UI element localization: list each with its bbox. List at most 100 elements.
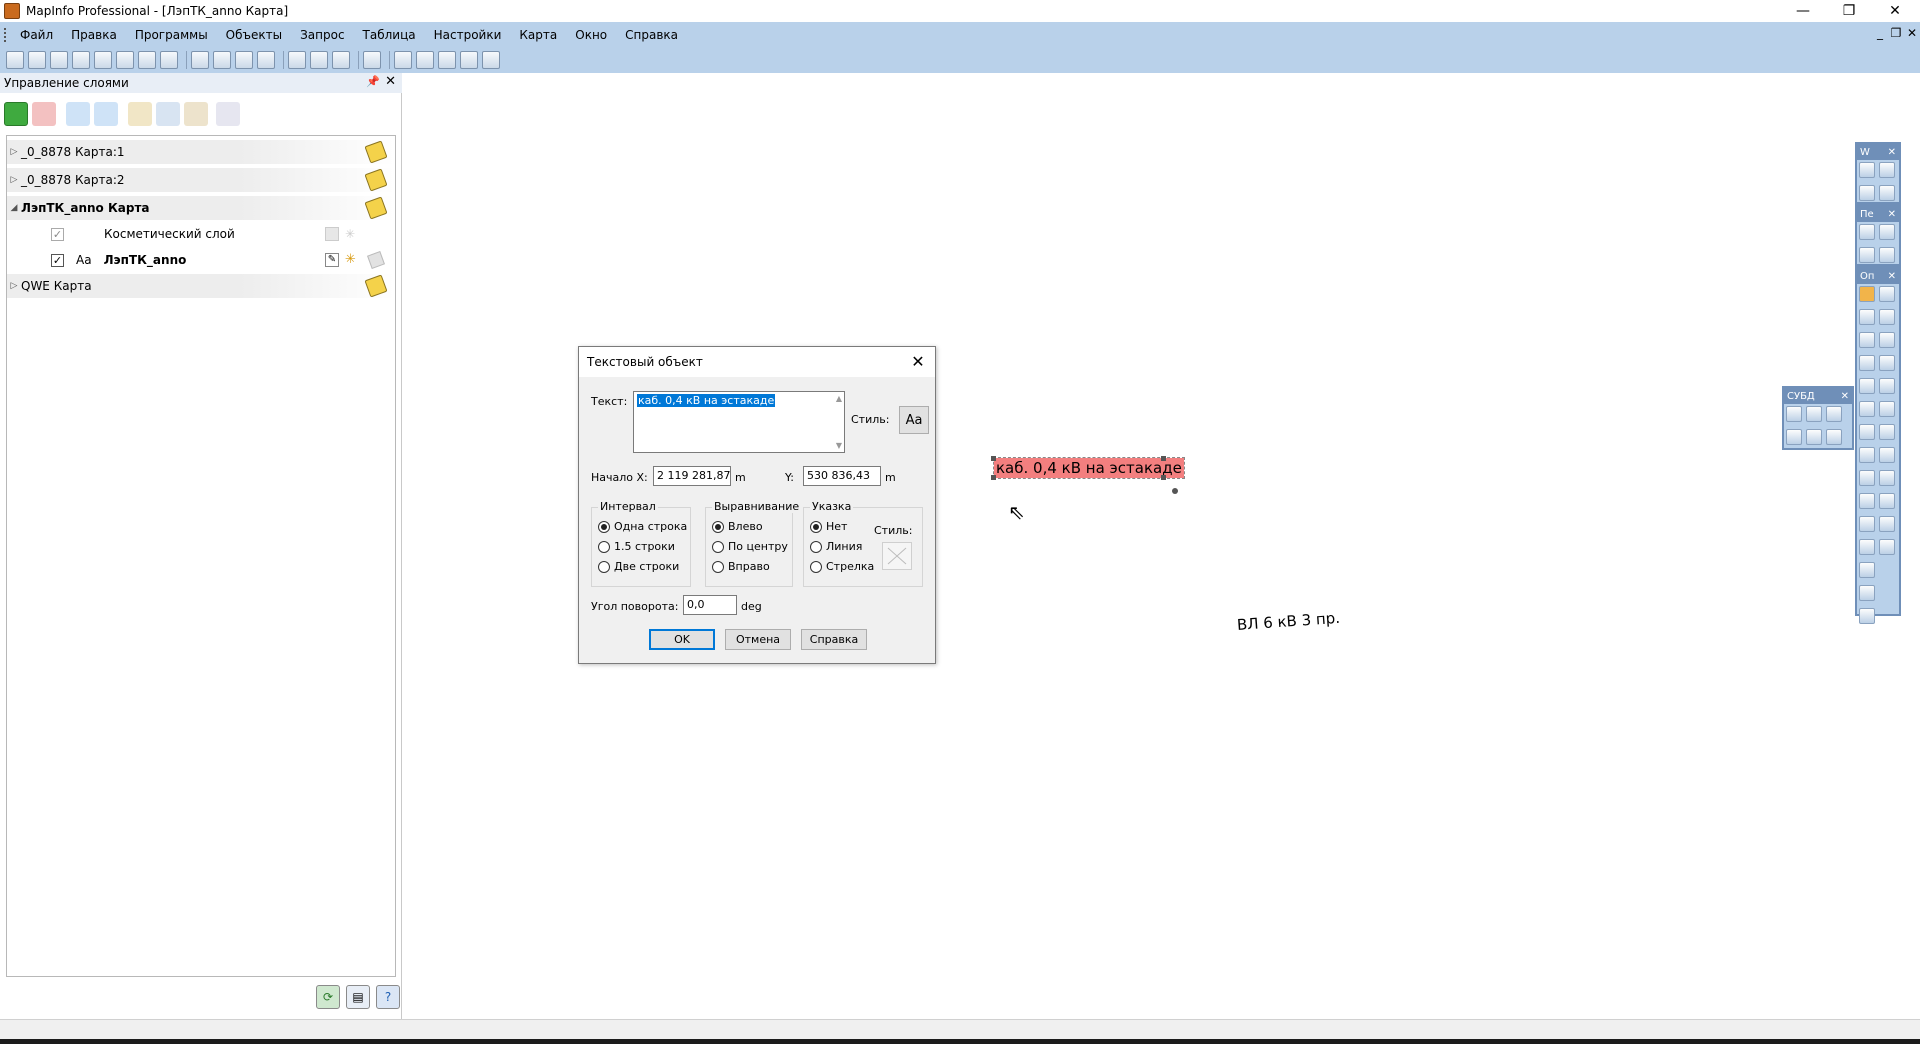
info-icon[interactable] [1859,424,1875,440]
toolbar-close-icon[interactable]: ✕ [1888,271,1896,282]
rotation-input[interactable]: 0,0 [683,595,737,615]
layer-tree-map-qwe[interactable]: ▷ QWE Карта [7,274,395,298]
tool-icon[interactable] [1859,185,1875,201]
layer-row-lep-anno[interactable]: ✓ Aa ЛэпТК_anno ✎ ✳ [7,248,395,272]
statistics-icon[interactable] [1879,493,1895,509]
marquee-select-icon[interactable] [1879,286,1895,302]
scale-bar-icon[interactable] [1859,562,1875,578]
editable-icon[interactable] [325,227,339,241]
align-center-radio[interactable]: По центру [712,540,788,553]
menu-programs[interactable]: Программы [126,28,217,42]
menu-table[interactable]: Таблица [354,28,425,42]
menu-file[interactable]: Файл [11,28,62,42]
new-table-icon[interactable] [191,51,209,69]
cancel-button[interactable]: Отмена [725,629,791,650]
paste-icon[interactable] [332,51,350,69]
selectable-icon[interactable]: ✳ [345,253,359,267]
invert-select-icon[interactable] [1859,355,1875,371]
open-web-icon[interactable] [94,51,112,69]
menu-help[interactable]: Справка [616,28,687,42]
new-redistrict-icon[interactable] [482,51,500,69]
open-dbms-icon[interactable] [72,51,90,69]
zoom-in-icon[interactable] [1859,378,1875,394]
tool-icon[interactable] [1879,516,1895,532]
align-right-radio[interactable]: Вправо [712,560,770,573]
pointer-arrow-radio[interactable]: Стрелка [810,560,874,573]
label-tool-icon[interactable] [364,168,388,192]
toolbar-close-icon[interactable]: ✕ [1888,209,1896,220]
menu-settings[interactable]: Настройки [425,28,511,42]
remove-layer-icon[interactable] [32,102,56,126]
tool-icon[interactable] [1859,162,1875,178]
dbms-refresh-icon[interactable] [1806,406,1822,422]
editable-icon[interactable]: ✎ [325,253,339,267]
new-grapher-icon[interactable] [438,51,456,69]
new-mapper-icon[interactable] [416,51,434,69]
pin-icon[interactable]: 📌 [366,75,380,88]
align-left-radio[interactable]: Влево [712,520,763,533]
toolbar-close-icon[interactable]: ✕ [1841,391,1849,402]
menu-edit[interactable]: Правка [62,28,126,42]
cut-icon[interactable] [288,51,306,69]
text-input[interactable]: каб. 0,4 кВ на эстакаде ▲ ▼ [633,391,845,453]
radio-dot[interactable] [598,520,610,533]
dialog-close-button[interactable]: ✕ [909,352,927,371]
tool-icon[interactable] [1879,185,1895,201]
selected-text-object[interactable]: каб. 0,4 кВ на эстакаде [993,457,1185,479]
label-tool-icon[interactable] [364,196,388,220]
scroll-down-icon[interactable]: ▼ [836,441,842,450]
radio-dot[interactable] [598,540,610,553]
ruler-icon[interactable] [1879,470,1895,486]
polygon-select-icon[interactable] [1879,309,1895,325]
radio-dot[interactable] [598,560,610,573]
symbol-tool-icon[interactable] [1859,224,1875,240]
tool-icon[interactable] [1859,516,1875,532]
expand-icon[interactable]: ▷ [7,281,21,291]
pointer-line-radio[interactable]: Линия [810,540,862,553]
layer-tree-map-2[interactable]: ▷ _0_8878 Карта:2 [7,168,395,192]
selection-handle[interactable] [1161,475,1166,480]
minimize-button[interactable]: — [1780,0,1826,22]
new-document-icon[interactable] [6,51,24,69]
layer-labels-icon[interactable] [184,102,208,126]
change-view-icon[interactable] [1859,401,1875,417]
print-icon[interactable] [235,51,253,69]
tool-icon[interactable] [1879,539,1895,555]
menu-query[interactable]: Запрос [291,28,353,42]
mdi-restore-button[interactable]: ❐ [1888,26,1904,40]
polyline-tool-icon[interactable] [1859,247,1875,263]
layer-row-cosmetic[interactable]: ✓ Косметический слой ✳ [7,222,395,246]
scroll-up-icon[interactable]: ▲ [836,394,842,403]
collapse-icon[interactable]: ◢ [7,203,21,213]
add-layer-icon[interactable] [4,102,28,126]
layer-properties-icon[interactable] [128,102,152,126]
save-window-icon[interactable] [213,51,231,69]
radio-dot[interactable] [810,520,822,533]
label-icon[interactable] [1859,447,1875,463]
tool-icon[interactable] [1859,539,1875,555]
help-button[interactable]: Справка [801,629,867,650]
label-tool-icon[interactable] [364,274,388,298]
label-tool-icon[interactable] [364,140,388,164]
labels-icon[interactable] [367,251,385,269]
layer-display-icon[interactable] [216,102,240,126]
layer-tree-map-active[interactable]: ◢ ЛэпТК_anno Карта [7,196,395,220]
visibility-checkbox[interactable]: ✓ [51,227,64,241]
help-icon[interactable]: ? [376,985,400,1009]
selectable-icon[interactable]: ✳ [345,227,359,241]
restore-button[interactable]: ❐ [1826,0,1872,22]
radio-dot[interactable] [712,540,724,553]
copy-icon[interactable] [310,51,328,69]
dbms-tool-icon[interactable] [1786,429,1802,445]
interval-single-radio[interactable]: Одна строка [598,520,687,533]
menu-map[interactable]: Карта [510,28,566,42]
select-arrow-icon[interactable] [1859,286,1875,302]
ok-button[interactable]: OK [649,629,715,650]
hotlink-icon[interactable] [1879,424,1895,440]
open-workspace-icon[interactable] [50,51,68,69]
tool-icon[interactable] [1859,608,1875,624]
refresh-icon[interactable]: ⟳ [316,985,340,1009]
menu-window[interactable]: Окно [566,28,616,42]
radio-dot[interactable] [712,560,724,573]
selection-handle[interactable] [991,475,996,480]
